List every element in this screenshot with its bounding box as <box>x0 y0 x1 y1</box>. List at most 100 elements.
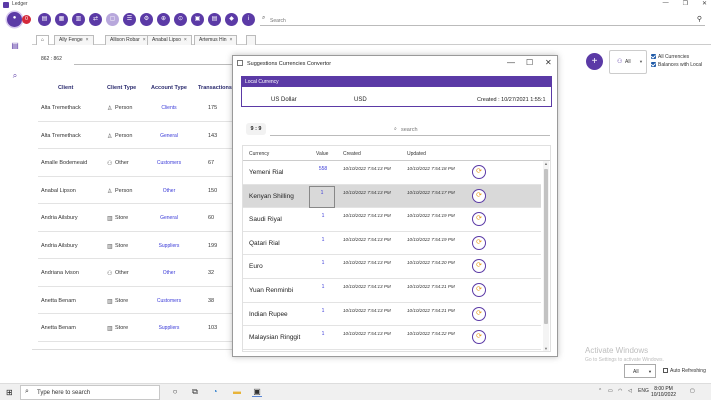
account-type-link[interactable]: Suppliers <box>154 325 184 331</box>
refresh-rate-icon[interactable]: ⟳ <box>472 330 486 345</box>
table-row[interactable]: Andriana Ivison ⚇ Other Other 32 <box>38 259 238 287</box>
restore-icon[interactable]: ❐ <box>683 0 688 7</box>
ledger-list-icon[interactable]: ▤ <box>10 41 20 51</box>
taskbar-search[interactable]: ⌕ Type here to search <box>20 385 160 400</box>
clients-table-hscroll[interactable] <box>32 349 232 355</box>
toolbar-button-9[interactable]: ⊙ <box>174 13 187 26</box>
account-type-link[interactable]: Customers <box>154 160 184 166</box>
col-value[interactable]: Value <box>316 151 328 157</box>
toolbar-button-10[interactable]: ▣ <box>191 13 204 26</box>
notifications-icon[interactable]: ▢ <box>690 388 695 394</box>
account-type-link[interactable]: Customers <box>154 298 184 304</box>
cortana-icon[interactable]: ○ <box>170 387 180 397</box>
ledger-app-icon[interactable]: ▣ <box>252 387 262 397</box>
close-tab-icon[interactable]: × <box>86 37 89 43</box>
currency-value[interactable]: 1 <box>315 237 331 243</box>
file-explorer-icon[interactable]: ▬ <box>232 387 242 397</box>
refresh-rate-icon[interactable]: ⟳ <box>472 212 486 227</box>
table-row[interactable]: Amalle Bodemeaid ⚇ Other Customers 67 <box>38 149 238 177</box>
tray-chevron-icon[interactable]: ⌃ <box>598 388 602 394</box>
col-currency[interactable]: Currency <box>249 151 269 157</box>
currency-row[interactable]: Indian Rupee 1 10/10/2022 7:54:13 PM 10/10/… <box>243 303 541 327</box>
currency-row[interactable]: Euro 1 10/10/2022 7:54:13 PM 10/10/2022 7:5… <box>243 255 541 279</box>
tab-ally-fenge[interactable]: Ally Fenge × <box>54 35 94 45</box>
dialog-close-icon[interactable]: ✕ <box>545 58 552 67</box>
col-transactions[interactable]: Transactions <box>198 85 232 91</box>
refresh-rate-icon[interactable]: ⟳ <box>472 283 486 297</box>
network-icon[interactable]: ▭ <box>608 388 613 394</box>
table-row[interactable]: Anabal Lipson ♙ Person Other 150 <box>38 177 238 204</box>
currencies-table-vscroll[interactable]: ▲ ▼ <box>543 161 549 351</box>
home-button[interactable]: ● <box>7 12 22 27</box>
refresh-rate-icon[interactable]: ⟳ <box>472 188 486 203</box>
balances-with-local-checkbox[interactable]: Balances with Local <box>651 62 702 68</box>
refresh-filter-dropdown[interactable]: All ▼ <box>624 364 656 378</box>
table-row[interactable]: Anetta Benam ▥ Store Suppliers 103 <box>38 314 238 342</box>
currency-value[interactable]: 1 <box>315 213 331 219</box>
task-view-icon[interactable]: ⧉ <box>190 387 200 397</box>
toolbar-button-11[interactable]: ▤ <box>208 13 221 26</box>
global-search-input[interactable] <box>270 16 690 25</box>
col-created[interactable]: Created <box>343 151 361 157</box>
currency-value[interactable]: 1 <box>315 260 331 266</box>
account-type-link[interactable]: General <box>154 215 184 221</box>
all-currencies-checkbox[interactable]: All Currencies <box>651 54 689 60</box>
scroll-thumb[interactable] <box>544 169 548 324</box>
windows-start-icon[interactable]: ⊞ <box>6 388 13 397</box>
dialog-maximize-icon[interactable]: ☐ <box>526 58 533 67</box>
toolbar-button-1[interactable]: ▤ <box>38 13 51 26</box>
add-button[interactable]: + <box>586 53 603 70</box>
auto-refresh-checkbox[interactable]: Auto Refreshing <box>663 368 706 374</box>
toolbar-button-6[interactable]: ☰ <box>123 13 136 26</box>
table-row[interactable]: Alta Tremethack ♙ Person General 143 <box>38 122 238 149</box>
tab-anabal-lipso[interactable]: Anabal Lipso × <box>147 35 192 45</box>
report-search-icon[interactable]: ⌕ <box>10 71 20 81</box>
col-account-type[interactable]: Account Type <box>151 85 187 91</box>
dialog-minimize-icon[interactable]: — <box>507 58 515 67</box>
currency-value[interactable]: 1 <box>315 308 331 314</box>
refresh-rate-icon[interactable]: ⟳ <box>472 165 486 179</box>
toolbar-button-2[interactable]: ▦ <box>55 13 68 26</box>
close-tab-icon[interactable]: × <box>184 37 187 43</box>
close-tab-icon[interactable]: × <box>230 37 233 43</box>
refresh-rate-icon[interactable]: ⟳ <box>472 235 486 250</box>
toolbar-button-4[interactable]: ⇄ <box>89 13 102 26</box>
currency-row[interactable]: Saudi Riyal 1 10/10/2022 7:54:13 PM 10/10/2… <box>243 208 541 232</box>
toolbar-button-8[interactable]: ⊕ <box>157 13 170 26</box>
tab-allison-robar[interactable]: Allison Robar × <box>105 35 151 45</box>
group-dropdown[interactable]: ⚇ All ▼ <box>609 50 647 74</box>
currency-search-input[interactable] <box>401 126 481 134</box>
refresh-rate-icon[interactable]: ⟳ <box>472 306 486 321</box>
scroll-up-icon[interactable]: ▲ <box>543 161 549 166</box>
currency-value[interactable]: 1 <box>315 284 331 290</box>
currency-row[interactable]: Malaysian Ringgit 1 10/10/2022 7:54:13 PM 1… <box>243 326 541 350</box>
account-type-link[interactable]: General <box>154 133 184 139</box>
language-indicator[interactable]: ENG <box>638 388 649 394</box>
close-icon[interactable]: ✕ <box>702 0 707 7</box>
col-client[interactable]: Client <box>58 85 73 91</box>
volume-icon[interactable]: ◁ <box>628 388 632 394</box>
table-row[interactable]: Alta Tremethack ♙ Person Clients 175 <box>38 94 238 122</box>
wifi-icon[interactable]: ◠ <box>618 388 622 394</box>
currency-row[interactable]: Yemeni Rial 558 10/10/2022 7:54:13 PM 10/10… <box>243 161 541 185</box>
tab-home[interactable]: ⌂ <box>36 35 50 45</box>
currency-row[interactable]: Yuan Renminbi 1 10/10/2022 7:54:13 PM 10/10… <box>243 279 541 303</box>
scroll-down-icon[interactable]: ▼ <box>543 346 549 351</box>
table-row[interactable]: Andria Ailsbury ▥ Store Suppliers 199 <box>38 232 238 259</box>
table-row[interactable]: Andria Ailsbury ▥ Store General 60 <box>38 204 238 232</box>
tab-artemus-hin[interactable]: Artemus Hin × <box>194 35 238 45</box>
toolbar-button-12[interactable]: ◆ <box>225 13 238 26</box>
account-type-link[interactable]: Other <box>154 270 184 276</box>
minimize-icon[interactable]: — <box>663 0 669 7</box>
col-client-type[interactable]: Client Type <box>107 85 136 91</box>
edge-browser-icon[interactable]: ◔ <box>210 387 220 397</box>
currency-row[interactable]: Qatari Rial 1 10/10/2022 7:54:13 PM 10/10/2… <box>243 232 541 256</box>
table-row[interactable]: Anetta Benam ▥ Store Customers 38 <box>38 287 238 314</box>
system-clock[interactable]: 8:00 PM 10/10/2022 <box>651 386 676 398</box>
col-updated[interactable]: Updated <box>407 151 426 157</box>
toolbar-button-3[interactable]: ▥ <box>72 13 85 26</box>
toolbar-button-7[interactable]: ⚙ <box>140 13 153 26</box>
account-type-link[interactable]: Suppliers <box>154 243 184 249</box>
currency-value[interactable]: 558 <box>315 166 331 172</box>
info-button[interactable]: i <box>242 13 255 26</box>
